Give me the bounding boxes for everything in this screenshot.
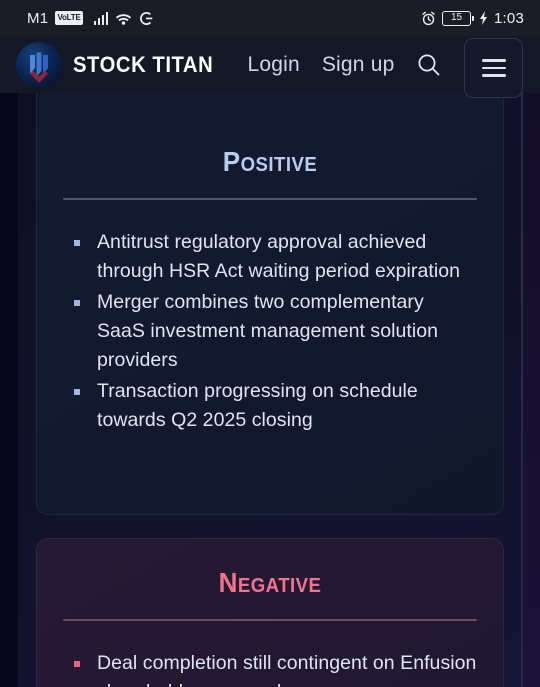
- status-bar: M1 VoLTE 15 1:03: [0, 0, 540, 36]
- negative-bullet-list: Deal completion still contingent on Enfu…: [63, 621, 477, 687]
- brand-name: STOCK TITAN: [73, 51, 214, 77]
- google-g-icon: [140, 11, 153, 25]
- right-edge: [522, 36, 540, 687]
- login-link[interactable]: Login: [247, 53, 299, 77]
- app-header: STOCK TITAN Login Sign up: [0, 36, 540, 98]
- hamburger-line-3: [481, 74, 506, 77]
- scrollbar[interactable]: [521, 36, 523, 687]
- status-bar-left: M1 VoLTE: [27, 10, 154, 27]
- hamburger-menu-button[interactable]: [464, 38, 523, 98]
- carrier-label: M1: [27, 9, 49, 27]
- search-icon: [418, 54, 440, 75]
- stock-titan-logo-icon: [16, 41, 62, 88]
- list-item: Transaction progressing on schedule towa…: [71, 377, 477, 435]
- app-screen: M1 VoLTE 15 1:03 Positive Antitrust regu…: [0, 0, 540, 687]
- list-item: Merger combines two complementary SaaS i…: [71, 288, 477, 375]
- negative-card: Negative Deal completion still contingen…: [36, 538, 504, 687]
- alarm-clock-icon: [422, 11, 435, 25]
- hamburger-menu-icon: [481, 59, 506, 62]
- wifi-icon: [115, 13, 132, 25]
- positive-card: Positive Antitrust regulatory approval a…: [36, 36, 504, 515]
- battery-cap: [472, 15, 474, 21]
- brand-logo-link[interactable]: STOCK TITAN: [16, 41, 225, 88]
- signup-link[interactable]: Sign up: [322, 53, 395, 77]
- list-item: Deal completion still contingent on Enfu…: [71, 649, 477, 687]
- header-nav: Login Sign up: [247, 53, 394, 77]
- charging-bolt-icon: [480, 11, 487, 25]
- search-button[interactable]: [414, 50, 444, 80]
- left-gutter: [0, 36, 18, 687]
- signal-bars-icon: [93, 11, 109, 25]
- status-bar-right: 15 1:03: [421, 10, 524, 27]
- list-item: Antitrust regulatory approval achieved t…: [71, 228, 477, 286]
- hamburger-line-2: [481, 66, 506, 70]
- volte-badge: VoLTE: [55, 11, 83, 25]
- page-body: Positive Antitrust regulatory approval a…: [0, 36, 540, 687]
- battery-indicator: 15: [442, 10, 474, 26]
- battery-level-label: 15: [442, 10, 471, 26]
- positive-bullet-list: Antitrust regulatory approval achieved t…: [63, 200, 477, 435]
- clock-time: 1:03: [494, 9, 524, 27]
- negative-card-title: Negative: [218, 567, 322, 598]
